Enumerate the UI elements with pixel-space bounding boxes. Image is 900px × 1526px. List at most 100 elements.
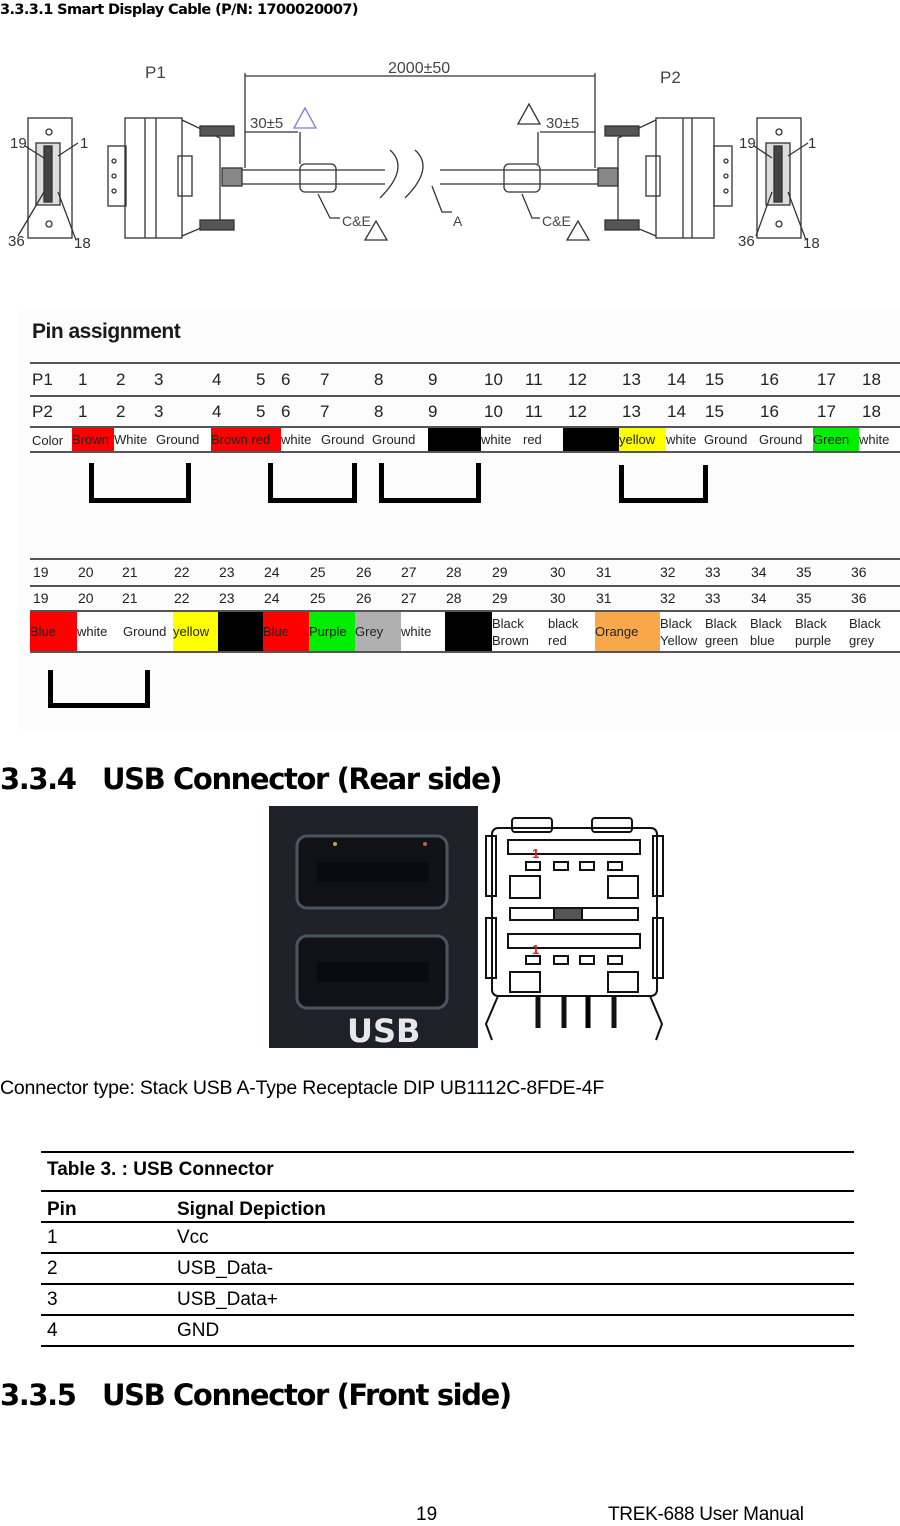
wire-color-cell: red <box>523 428 563 451</box>
wire-color-cell: white <box>281 428 321 451</box>
p2-pin-number: 2 <box>116 402 126 421</box>
wire-color-label: white <box>281 432 312 447</box>
p1-pin-number: 24 <box>264 564 280 580</box>
p1-pin-number: 21 <box>122 564 138 580</box>
table-rule <box>41 1190 854 1192</box>
p1-pin-number: 27 <box>401 564 417 580</box>
wire-color-cell: White <box>114 428 156 451</box>
p2-pin-number: 6 <box>281 402 291 421</box>
p2-row-label: P2 <box>32 402 53 421</box>
wire-color-cell: Black Yellow <box>660 612 705 651</box>
pin-cell: 2 <box>47 1258 58 1279</box>
p2-pin-number: 7 <box>320 402 330 421</box>
wire-color-cell: Ground <box>704 428 758 451</box>
color-row-label: Color <box>32 433 64 448</box>
divider <box>30 651 900 653</box>
p2-pin-number: 16 <box>760 402 779 421</box>
pin-label-18-left: 18 <box>74 235 91 252</box>
p1-pin-number: 16 <box>760 370 779 389</box>
wire-color-cell: Black grey <box>849 612 900 651</box>
p1-pin-number: 8 <box>374 370 384 389</box>
p1-pin-number: 20 <box>78 564 94 580</box>
p2-pin-number: 24 <box>264 590 280 606</box>
wire-color-label: Blue <box>30 624 57 639</box>
table-rule <box>41 1345 854 1347</box>
divider <box>30 558 900 560</box>
wire-color-cell: white <box>401 612 445 651</box>
wire-color-label: Black purple <box>795 615 832 648</box>
p2-pin-number: 4 <box>212 402 222 421</box>
table-rule <box>41 1221 854 1223</box>
p2-pin-number: 11 <box>525 402 543 421</box>
wire-color-label: Black grey <box>849 615 881 648</box>
section-heading-usb-rear: 3.3.4 USB Connector (Rear side) <box>0 762 503 796</box>
wire-color-cell: Brown red <box>211 428 281 451</box>
svg-text:P2: P2 <box>660 68 681 87</box>
twisted-pair-bracket <box>619 465 708 503</box>
table-caption: Table 3. : USB Connector <box>47 1159 274 1180</box>
wire-color-cell: Ground <box>156 428 211 451</box>
table-header-signal: Signal Depiction <box>177 1199 326 1220</box>
wire-color-label: white <box>401 624 432 639</box>
wire-color-cell: Grey <box>355 612 401 651</box>
cable-label-a: A <box>453 213 463 229</box>
p2-pin-number: 14 <box>667 402 686 421</box>
p2-pin-number: 34 <box>751 590 767 606</box>
wire-color-label: White <box>114 432 148 447</box>
core-label-right: C&E <box>542 213 571 229</box>
pin-assignment-title: Pin assignment <box>32 320 181 343</box>
signal-cell: Vcc <box>177 1227 209 1248</box>
wire-color-label: Ground <box>704 432 748 447</box>
p1-pin-number: 9 <box>428 370 438 389</box>
wire-color-cell: Black Brown <box>492 612 548 651</box>
wire-color-cell <box>445 612 492 651</box>
wire-color-cell: white <box>859 428 900 451</box>
wire-color-cell: yellow <box>619 428 666 451</box>
wire-color-label: Ground <box>321 432 365 447</box>
p2-pin-number: 13 <box>622 402 641 421</box>
p1-pin-number: 32 <box>660 564 676 580</box>
p2-pin-number: 28 <box>446 590 462 606</box>
wire-color-label: red <box>523 432 542 447</box>
p1-pin-number: 1 <box>78 370 88 389</box>
p1-pin-number: 23 <box>219 564 235 580</box>
p2-end-view: 19 1 36 18 <box>738 117 820 252</box>
twisted-pair-bracket <box>89 463 191 503</box>
p2-pin-number: 29 <box>492 590 508 606</box>
p2-connector: P2 <box>597 68 733 239</box>
section-heading-usb-front: 3.3.5 USB Connector (Front side) <box>0 1378 512 1412</box>
wire-color-label: yellow <box>173 624 210 639</box>
wire-color-label: Green <box>813 432 850 447</box>
wire-color-cell: Orange <box>595 612 660 651</box>
pin-label-19-left: 19 <box>10 135 27 152</box>
p1-pin-number: 28 <box>446 564 462 580</box>
p2-pin-number: 33 <box>705 590 721 606</box>
p2-pin-number: 18 <box>862 402 881 421</box>
wire-color-label: yellow <box>619 432 656 447</box>
divider <box>30 395 900 397</box>
p2-pin-number: 17 <box>817 402 836 421</box>
p2-pin-number: 26 <box>356 590 372 606</box>
wire-color-cell: white <box>77 612 123 651</box>
svg-text:P1: P1 <box>145 63 166 82</box>
ferrite-core-left <box>299 163 337 193</box>
p1-pin-number: 33 <box>705 564 721 580</box>
pin-cell: 1 <box>47 1227 58 1248</box>
wire-color-cell <box>428 428 481 451</box>
overall-length-dimension: 2000±50 <box>388 60 450 77</box>
p1-pin-number: 5 <box>256 370 266 389</box>
pin-label-36-left: 36 <box>8 233 25 250</box>
table-rule <box>41 1151 854 1153</box>
p1-end-view: 19 1 36 18 <box>8 117 91 252</box>
wire-color-label: Purple <box>309 624 347 639</box>
divider <box>30 585 900 587</box>
pin-label-36-right: 36 <box>738 233 755 250</box>
wire-color-label: white <box>77 624 108 639</box>
divider <box>30 362 900 364</box>
signal-cell: GND <box>177 1320 220 1341</box>
p1-pin-number: 11 <box>525 370 543 389</box>
p1-pin-number: 4 <box>212 370 222 389</box>
p1-pin-number: 36 <box>851 564 867 580</box>
table-rule <box>41 1314 854 1316</box>
wire-color-cell: white <box>666 428 704 451</box>
